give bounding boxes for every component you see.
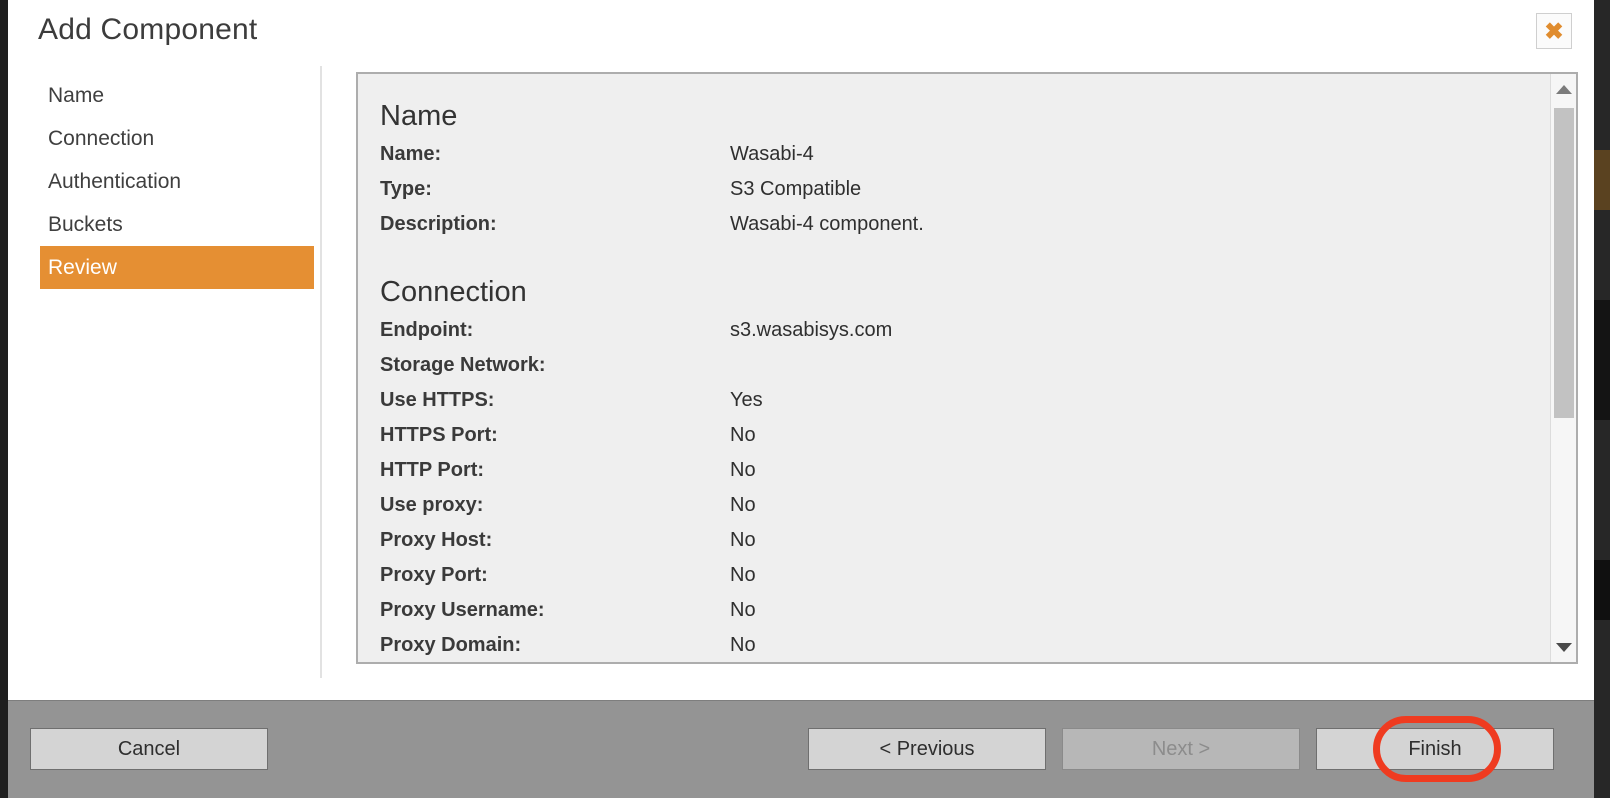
- section-heading-name: Name: [380, 100, 1550, 133]
- row-value: S3 Compatible: [730, 178, 861, 201]
- section-heading-connection: Connection: [380, 276, 1550, 309]
- row-value: No: [730, 564, 756, 587]
- review-panel: Name Name: Wasabi-4 Type: S3 Compatible …: [356, 72, 1578, 664]
- sidebar-item-label: Name: [48, 84, 104, 108]
- review-row: Type: S3 Compatible: [380, 172, 1550, 207]
- background-band: [1594, 560, 1610, 620]
- review-row: Endpoint: s3.wasabisys.com: [380, 313, 1550, 348]
- sidebar-item-buckets[interactable]: Buckets: [8, 203, 322, 246]
- row-label: Type:: [380, 178, 730, 201]
- sidebar-item-authentication[interactable]: Authentication: [8, 160, 322, 203]
- row-label: Use HTTPS:: [380, 389, 730, 412]
- review-row: Storage Network:: [380, 348, 1550, 383]
- background-band: [1594, 150, 1610, 210]
- row-value: No: [730, 634, 756, 657]
- close-button[interactable]: ✖: [1536, 13, 1572, 49]
- review-row: Use HTTPS: Yes: [380, 383, 1550, 418]
- row-value: Wasabi-4 component.: [730, 213, 924, 236]
- scroll-down-arrow-icon[interactable]: [1551, 634, 1576, 660]
- row-value: No: [730, 424, 756, 447]
- scroll-up-arrow-icon[interactable]: [1551, 76, 1576, 102]
- next-button: Next >: [1062, 728, 1300, 770]
- row-value: Wasabi-4: [730, 143, 814, 166]
- review-row: Description: Wasabi-4 component.: [380, 207, 1550, 242]
- row-value: Yes: [730, 389, 763, 412]
- close-icon: ✖: [1544, 20, 1563, 43]
- add-component-dialog: Add Component ✖ Name Connection Authenti…: [8, 0, 1594, 798]
- row-value: No: [730, 529, 756, 552]
- cancel-button[interactable]: Cancel: [30, 728, 268, 770]
- row-label: Proxy Domain:: [380, 634, 730, 657]
- dialog-titlebar: Add Component ✖: [8, 0, 1594, 66]
- sidebar-item-review[interactable]: Review: [40, 246, 314, 289]
- sidebar-item-label: Review: [48, 256, 117, 280]
- wizard-step-sidebar: Name Connection Authentication Buckets R…: [8, 66, 322, 700]
- row-label: HTTPS Port:: [380, 424, 730, 447]
- dialog-footer: Cancel < Previous Next > Finish: [8, 700, 1594, 798]
- review-row: HTTPS Port: No: [380, 418, 1550, 453]
- row-label: Proxy Username:: [380, 599, 730, 622]
- sidebar-item-connection[interactable]: Connection: [8, 117, 322, 160]
- sidebar-item-name[interactable]: Name: [8, 74, 322, 117]
- review-row: Use proxy: No: [380, 488, 1550, 523]
- row-label: Proxy Host:: [380, 529, 730, 552]
- row-label: Endpoint:: [380, 319, 730, 342]
- review-row: Name: Wasabi-4: [380, 137, 1550, 172]
- content-area: Name Name: Wasabi-4 Type: S3 Compatible …: [322, 66, 1594, 700]
- sidebar-item-label: Connection: [48, 127, 154, 151]
- background-band: [1594, 300, 1610, 420]
- window-left-edge: [0, 0, 8, 798]
- row-label: Proxy Port:: [380, 564, 730, 587]
- sidebar-item-label: Buckets: [48, 213, 123, 237]
- dialog-body: Name Connection Authentication Buckets R…: [8, 66, 1594, 700]
- finish-button[interactable]: Finish: [1316, 728, 1554, 770]
- review-row: HTTP Port: No: [380, 453, 1550, 488]
- review-row: Proxy Username: No: [380, 593, 1550, 628]
- row-value: No: [730, 459, 756, 482]
- review-row: Proxy Port: No: [380, 558, 1550, 593]
- page-title: Add Component: [38, 13, 257, 47]
- vertical-scrollbar[interactable]: [1550, 74, 1576, 662]
- row-value: No: [730, 494, 756, 517]
- review-row: Proxy Domain: No: [380, 628, 1550, 662]
- row-label: HTTP Port:: [380, 459, 730, 482]
- previous-button[interactable]: < Previous: [808, 728, 1046, 770]
- review-row: Proxy Host: No: [380, 523, 1550, 558]
- review-scroll-content: Name Name: Wasabi-4 Type: S3 Compatible …: [358, 74, 1550, 662]
- row-value: No: [730, 599, 756, 622]
- window-right-edge: [1594, 0, 1610, 798]
- scrollbar-thumb[interactable]: [1554, 108, 1574, 418]
- row-label: Use proxy:: [380, 494, 730, 517]
- row-label: Description:: [380, 213, 730, 236]
- row-label: Name:: [380, 143, 730, 166]
- row-value: s3.wasabisys.com: [730, 319, 892, 342]
- row-label: Storage Network:: [380, 354, 730, 377]
- sidebar-item-label: Authentication: [48, 170, 181, 194]
